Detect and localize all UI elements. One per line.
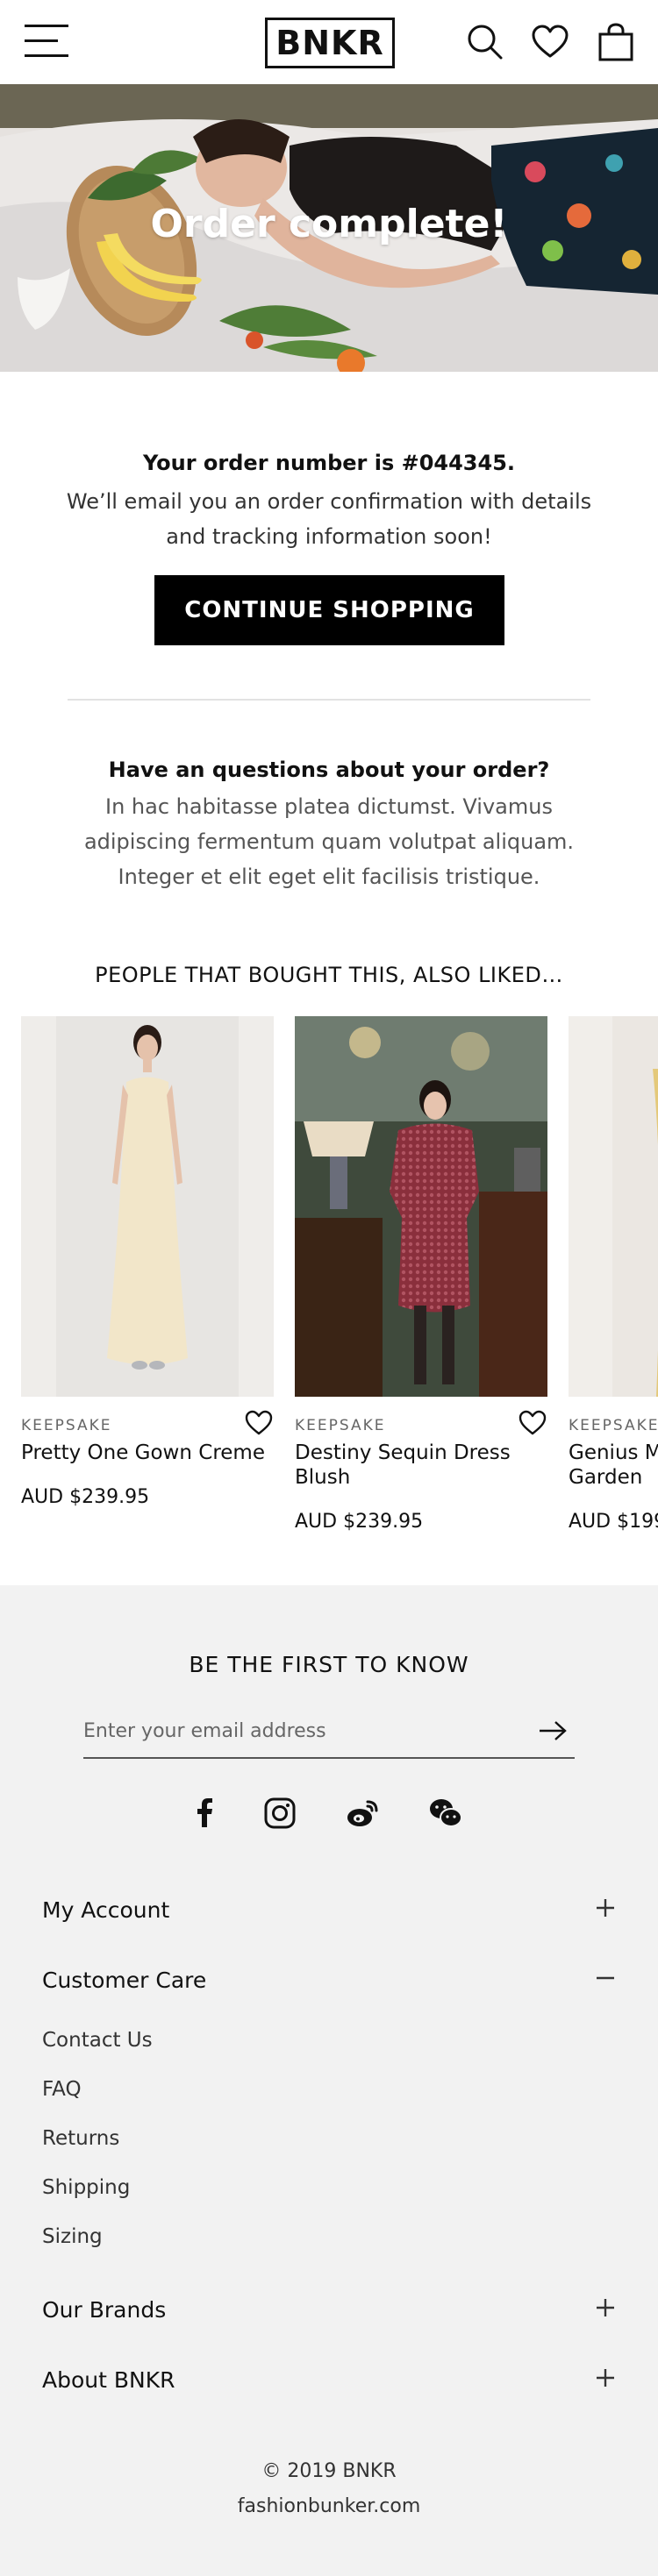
footer-link-contact-us[interactable]: Contact Us: [42, 2029, 153, 2052]
site-header: BNKR: [0, 0, 658, 84]
footer-section-customer-care[interactable]: Customer Care: [42, 1964, 616, 1999]
newsletter-form: [83, 1704, 575, 1759]
weibo-icon[interactable]: [345, 1796, 380, 1831]
wechat-icon[interactable]: [428, 1796, 463, 1831]
instagram-icon[interactable]: [262, 1796, 297, 1831]
plus-icon: [597, 2299, 614, 2316]
hero-banner: Order complete!: [0, 84, 658, 372]
product-image[interactable]: [295, 1016, 547, 1397]
footer-link-returns[interactable]: Returns: [42, 2127, 119, 2150]
footer-link-faq[interactable]: FAQ: [42, 2078, 82, 2101]
footer-link-shipping[interactable]: Shipping: [42, 2176, 130, 2199]
hero-title: Order complete!: [150, 202, 508, 246]
product-brand: KEEPSAKE: [21, 1417, 112, 1434]
product-image[interactable]: [21, 1016, 274, 1397]
product-price: AUD $239.95: [21, 1486, 150, 1508]
questions-title: Have an questions about your order?: [108, 758, 550, 782]
questions-body: In hac habitasse platea dictumst. Vivamu…: [83, 794, 575, 889]
menu-icon[interactable]: [25, 25, 68, 58]
also-liked-title: PEOPLE THAT BOUGHT THIS, ALSO LIKED…: [95, 963, 563, 987]
product-brand: KEEPSAKE: [569, 1417, 658, 1434]
order-message: We’ll email you an order confirmation wi…: [66, 489, 592, 549]
plus-icon: [597, 2369, 614, 2387]
product-card[interactable]: KEEPSAKE Destiny Sequin Dress Blush AUD …: [295, 1016, 547, 1533]
email-input[interactable]: [83, 1704, 522, 1757]
wishlist-heart-icon[interactable]: [244, 1410, 274, 1436]
logo[interactable]: BNKR: [265, 18, 395, 68]
product-price: AUD $239.95: [295, 1511, 424, 1533]
heart-icon[interactable]: [531, 23, 569, 61]
site-link[interactable]: fashionbunker.com: [0, 2495, 658, 2517]
site-footer: BE THE FIRST TO KNOW My Account: [0, 1585, 658, 2576]
order-number: Your order number is #044345.: [142, 451, 516, 475]
copyright: © 2019 BNKR: [261, 2460, 397, 2482]
footer-section-my-account[interactable]: My Account: [42, 1894, 616, 1929]
product-card[interactable]: KEEPSAKE Pretty One Gown Creme AUD $239.…: [21, 1016, 274, 1508]
wishlist-heart-icon[interactable]: [518, 1410, 547, 1436]
product-card[interactable]: KEEPSAKE Genius Maxi Dress Rose Garden A…: [569, 1016, 658, 1533]
footer-section-label: About BNKR: [42, 2367, 175, 2393]
product-image[interactable]: [569, 1016, 658, 1397]
bag-icon[interactable]: [597, 23, 635, 61]
arrow-right-icon[interactable]: [538, 1719, 568, 1743]
product-name[interactable]: Pretty One Gown Creme: [21, 1441, 274, 1465]
footer-section-label: Customer Care: [42, 1968, 207, 1993]
product-name[interactable]: Genius Maxi Dress Rose Garden: [569, 1441, 658, 1490]
divider: [68, 699, 590, 701]
footer-section-our-brands[interactable]: Our Brands: [42, 2294, 616, 2329]
footer-section-about[interactable]: About BNKR: [42, 2364, 616, 2399]
search-icon[interactable]: [466, 23, 504, 61]
product-card-clip: KEEPSAKE Genius Maxi Dress Rose Garden A…: [569, 1016, 658, 1560]
minus-icon: [597, 1976, 614, 1980]
logo-text: BNKR: [275, 24, 384, 62]
footer-section-label: My Account: [42, 1897, 170, 1923]
footer-link-sizing[interactable]: Sizing: [42, 2225, 103, 2248]
continue-shopping-button[interactable]: CONTINUE SHOPPING: [154, 575, 504, 645]
product-name[interactable]: Destiny Sequin Dress Blush: [295, 1441, 547, 1490]
product-brand: KEEPSAKE: [295, 1417, 386, 1434]
newsletter-title: BE THE FIRST TO KNOW: [189, 1652, 469, 1677]
plus-icon: [597, 1899, 614, 1917]
footer-section-label: Our Brands: [42, 2297, 167, 2323]
product-price: AUD $199.95: [569, 1511, 658, 1533]
facebook-icon[interactable]: [188, 1796, 223, 1831]
